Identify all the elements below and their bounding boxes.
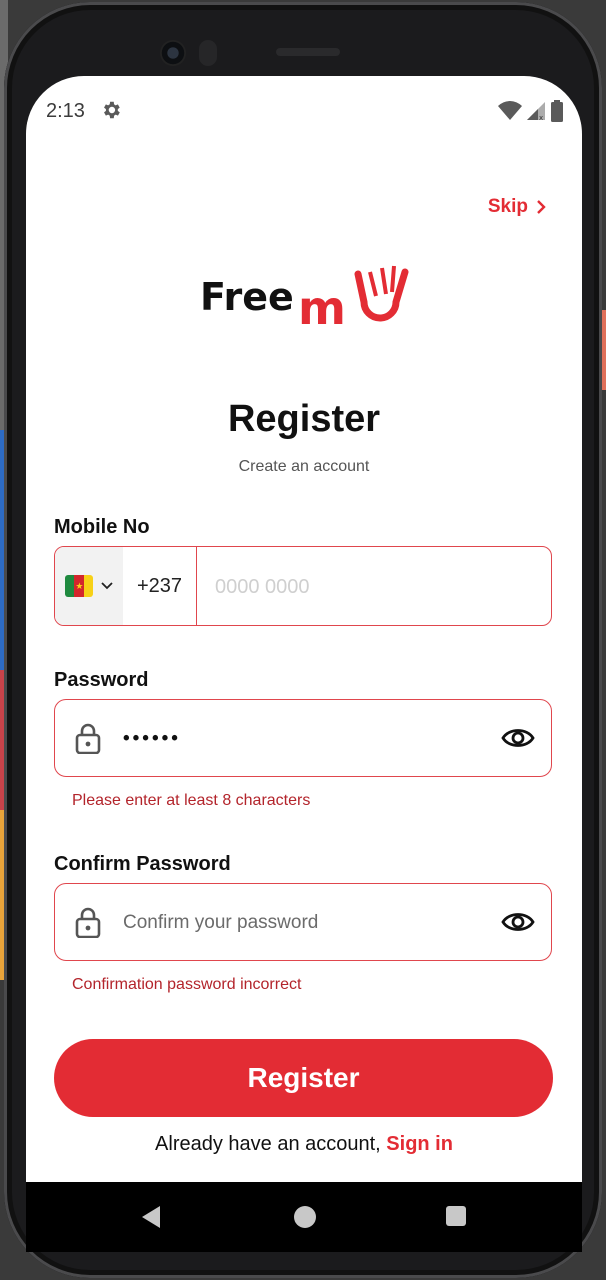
signin-link[interactable]: Sign in [386,1133,453,1155]
password-error: Please enter at least 8 characters [72,792,311,809]
lock-icon [75,907,101,938]
android-nav-bar [26,1182,582,1252]
skip-button[interactable]: Skip [488,196,546,218]
chevron-down-icon [101,582,113,590]
page-subtitle: Create an account [238,458,370,475]
back-triangle-icon[interactable] [140,1204,162,1230]
logo-text-free: Free [200,275,294,319]
front-camera [160,40,186,66]
confirm-password-field [54,883,552,962]
mobile-label: Mobile No [54,516,150,538]
battery-icon [551,100,563,122]
freemo-logo: Free m [200,262,410,335]
home-circle-icon[interactable] [294,1206,316,1228]
show-password-eye-icon[interactable] [501,908,535,936]
earpiece-speaker [276,48,340,56]
confirm-password-label: Confirm Password [54,853,231,875]
confirm-password-input[interactable] [121,884,491,962]
signin-prompt: Already have an account, [155,1133,381,1155]
settings-gear-icon [104,101,120,119]
mobile-number-field: ★ +237 [54,546,552,626]
password-field [54,699,552,778]
app-screen: 2:13 x Skip Free m Register Create an ac… [26,76,582,1206]
status-time: 2:13 [46,100,85,122]
password-input[interactable] [121,700,491,778]
cameroon-flag-icon: ★ [65,575,93,597]
system-icons: x [498,100,564,122]
lock-icon [75,723,101,754]
cell-signal-icon: x [527,102,545,121]
mobile-number-input[interactable] [199,547,551,625]
dial-code: +237 [123,547,197,625]
confirm-password-error: Confirmation password incorrect [72,976,302,993]
status-bar: 2:13 x [26,76,582,146]
show-password-eye-icon[interactable] [501,724,535,752]
country-code-picker[interactable]: ★ [55,547,123,625]
recents-square-icon[interactable] [446,1206,466,1226]
proximity-sensor [199,40,217,66]
page-title: Register [227,398,381,440]
wifi-icon [498,101,522,120]
register-button[interactable]: Register [54,1039,553,1117]
password-label: Password [54,669,149,691]
svg-text:x: x [539,114,543,121]
chevron-right-icon [537,200,546,214]
logo-text-m: m [298,281,346,334]
signin-prompt-row: Already have an account, Sign in [26,1133,582,1156]
skip-label: Skip [487,196,528,217]
